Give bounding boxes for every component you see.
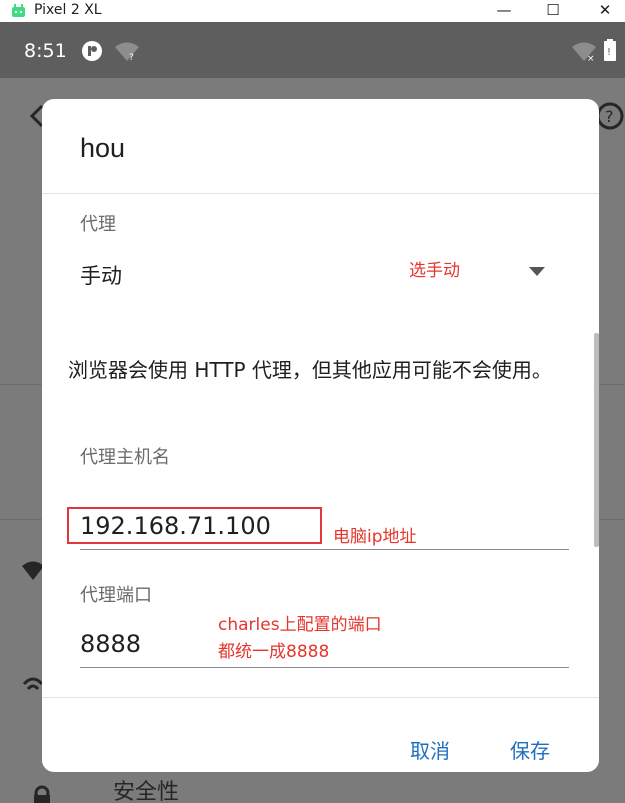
battery-icon: ! <box>604 39 616 61</box>
svg-text:!: ! <box>607 47 611 58</box>
dialog-title: hou <box>80 133 126 163</box>
port-annotation-line1: charles上配置的端口 <box>218 615 382 635</box>
svg-text:?: ? <box>605 107 614 126</box>
port-input-underline <box>80 667 569 668</box>
proxy-annotation: 选手动 <box>409 261 460 281</box>
cancel-button[interactable]: 取消 <box>410 735 450 764</box>
dialog-scrollbar[interactable] <box>594 333 599 547</box>
proxy-dialog: hou 代理 手动 选手动 浏览器会使用 HTTP 代理，但其他应用可能不会使用… <box>42 99 599 772</box>
wifi-icon <box>22 561 44 580</box>
minimize-button[interactable]: — <box>484 0 524 22</box>
wifi-unknown-icon: ? <box>115 42 139 63</box>
notification-app-icon <box>82 41 102 61</box>
host-label: 代理主机名 <box>80 447 170 468</box>
proxy-select-value[interactable]: 手动 <box>80 260 122 290</box>
dropdown-arrow-icon[interactable] <box>529 267 545 276</box>
status-bar: 8:51 ? × ! <box>0 22 625 78</box>
host-input[interactable]: 192.168.71.100 <box>80 512 271 540</box>
port-label: 代理端口 <box>80 585 152 606</box>
host-input-underline <box>80 549 569 550</box>
svg-text:?: ? <box>129 53 134 63</box>
maximize-button[interactable]: ☐ <box>533 0 573 22</box>
emulator-titlebar: Pixel 2 XL — ☐ ✕ <box>0 0 625 22</box>
dialog-divider <box>42 697 599 698</box>
status-time: 8:51 <box>24 40 67 62</box>
security-label: 安全性 <box>113 780 180 803</box>
wifi-off-icon: × <box>572 42 596 63</box>
port-annotation-line2: 都统一成8888 <box>218 642 330 662</box>
host-annotation: 电脑ip地址 <box>333 527 417 547</box>
dialog-divider <box>42 193 599 194</box>
svg-text:×: × <box>587 54 595 63</box>
help-icon[interactable]: ? <box>596 100 625 132</box>
window-title: Pixel 2 XL <box>34 2 102 18</box>
close-button[interactable]: ✕ <box>585 0 625 22</box>
proxy-description: 浏览器会使用 HTTP 代理，但其他应用可能不会使用。 <box>68 358 552 382</box>
proxy-label: 代理 <box>80 214 116 235</box>
save-button[interactable]: 保存 <box>510 735 550 764</box>
wifi-outline-icon <box>22 677 44 691</box>
android-icon <box>12 4 25 17</box>
port-input[interactable]: 8888 <box>80 630 141 658</box>
lock-icon <box>34 785 50 803</box>
device-screen: 8:51 ? × ! ? 安全性 hou 代理 手动 选手动 浏览器会使用 HT… <box>0 22 625 803</box>
